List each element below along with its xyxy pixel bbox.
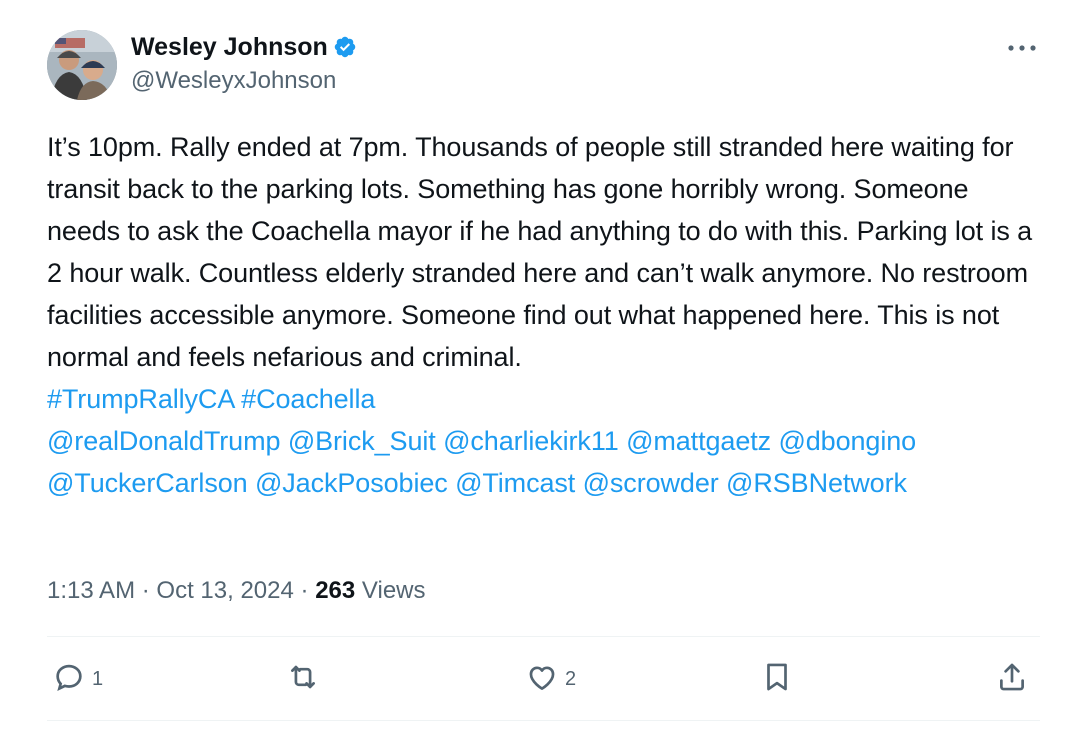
tweet-body: It’s 10pm. Rally ended at 7pm. Thousands… (47, 126, 1047, 504)
divider (47, 636, 1040, 637)
divider (47, 720, 1040, 721)
mention-link[interactable]: @TuckerCarlson (47, 468, 248, 498)
hashtag-line: #TrumpRallyCA #Coachella (47, 378, 1047, 420)
tweet-text: It’s 10pm. Rally ended at 7pm. Thousands… (47, 132, 1033, 372)
like-icon (525, 660, 559, 699)
hashtag-link[interactable]: #TrumpRallyCA (47, 384, 234, 414)
mention-line: @realDonaldTrump @Brick_Suit @charliekir… (47, 420, 1047, 462)
mention-link[interactable]: @mattgaetz (626, 426, 771, 456)
more-icon[interactable] (1005, 36, 1039, 60)
display-name[interactable]: Wesley Johnson (131, 30, 328, 64)
tweet-header: Wesley Johnson @WesleyxJohnson (131, 30, 357, 98)
mention-link[interactable]: @dbongino (778, 426, 916, 456)
bookmark-icon (760, 660, 794, 699)
avatar[interactable] (47, 30, 117, 100)
meta-separator: · (141, 577, 150, 604)
reply-count: 1 (92, 667, 104, 690)
share-button[interactable] (995, 656, 1029, 702)
like-count: 2 (565, 667, 577, 690)
mention-link[interactable]: @realDonaldTrump (47, 426, 281, 456)
retweet-icon (286, 660, 320, 699)
views-count: 263 (315, 577, 356, 604)
name-row: Wesley Johnson (131, 30, 357, 64)
mention-link[interactable]: @RSBNetwork (726, 468, 907, 498)
mention-link[interactable]: @JackPosobiec (255, 468, 448, 498)
action-bar: 1 2 (0, 656, 1071, 702)
avatar-photo (47, 30, 117, 100)
reply-button[interactable]: 1 (52, 656, 103, 702)
tweet-meta: 1:13 AM · Oct 13, 2024 · 263 Views (47, 572, 426, 610)
mention-link[interactable]: @Timcast (455, 468, 575, 498)
retweet-button[interactable] (286, 656, 320, 702)
bookmark-button[interactable] (760, 656, 794, 702)
post-time[interactable]: 1:13 AM (47, 577, 135, 604)
views-label: Views (361, 577, 426, 604)
meta-separator: · (300, 577, 309, 604)
mention-line: @TuckerCarlson @JackPosobiec @Timcast @s… (47, 462, 1047, 504)
hashtag-link[interactable]: #Coachella (241, 384, 375, 414)
like-button[interactable]: 2 (525, 656, 576, 702)
mention-link[interactable]: @Brick_Suit (288, 426, 436, 456)
handle[interactable]: @WesleyxJohnson (131, 64, 357, 98)
verified-badge-icon[interactable] (333, 35, 357, 59)
reply-icon (52, 660, 86, 699)
post-date[interactable]: Oct 13, 2024 (156, 577, 293, 604)
share-icon (995, 660, 1029, 699)
mention-link[interactable]: @scrowder (583, 468, 719, 498)
mention-link[interactable]: @charliekirk11 (443, 426, 619, 456)
